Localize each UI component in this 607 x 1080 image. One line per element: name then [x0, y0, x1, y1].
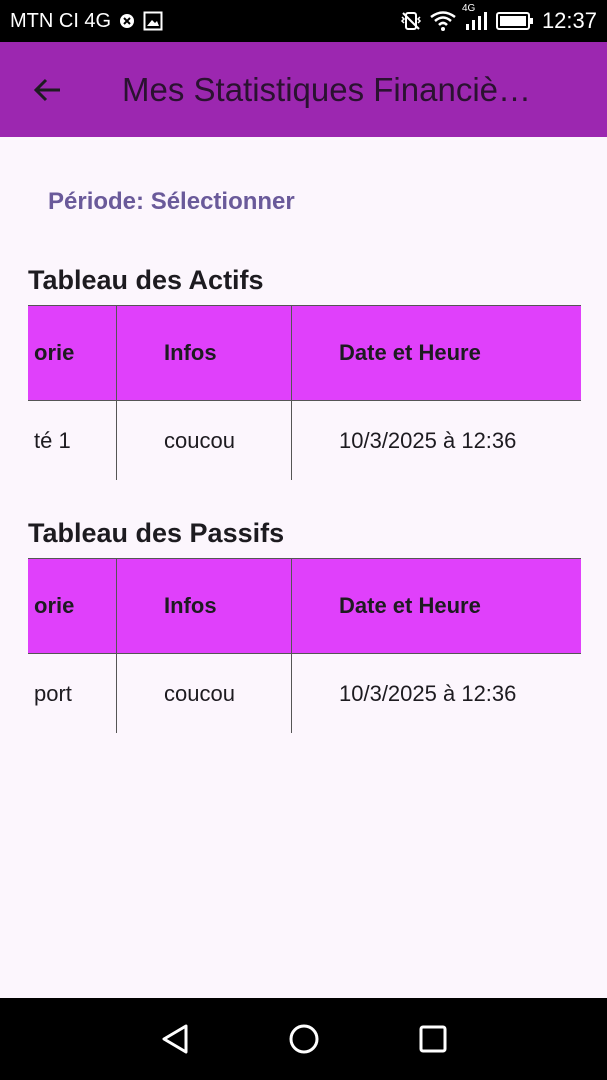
cell-datetime: 10/3/2025 à 12:36: [291, 653, 581, 733]
liabilities-table: orie Infos Date et Heure port coucou 10/…: [28, 558, 581, 733]
table-row: té 1 coucou 10/3/2025 à 12:36: [28, 400, 581, 480]
table-header-row: orie Infos Date et Heure: [28, 305, 581, 401]
column-header-category: orie: [28, 305, 117, 401]
network-type-label: 4G: [461, 3, 476, 14]
page-title: Mes Statistiques Financiè…: [122, 70, 532, 108]
carrier-label: MTN CI 4G: [10, 9, 112, 32]
table-row: port coucou 10/3/2025 à 12:36: [28, 653, 581, 733]
cell-category: port: [28, 653, 117, 733]
column-header-datetime: Date et Heure: [291, 305, 581, 401]
back-button[interactable]: [0, 42, 96, 137]
liabilities-table-title: Tableau des Passifs: [28, 518, 285, 548]
circle-home-icon: [289, 1024, 318, 1054]
period-selector[interactable]: Période: Sélectionner: [48, 188, 295, 216]
vibrate-icon: [400, 10, 422, 32]
clock: 12:37: [541, 8, 597, 33]
assets-table: orie Infos Date et Heure té 1 coucou 10/…: [28, 305, 581, 480]
cell-category: té 1: [28, 400, 117, 480]
column-header-datetime: Date et Heure: [291, 558, 581, 654]
battery-icon: [495, 11, 534, 31]
liabilities-table-container[interactable]: orie Infos Date et Heure port coucou 10/…: [28, 558, 581, 733]
table-header-row: orie Infos Date et Heure: [28, 558, 581, 654]
column-header-category: orie: [28, 558, 117, 654]
cell-infos: coucou: [116, 653, 292, 733]
cell-datetime: 10/3/2025 à 12:36: [291, 400, 581, 480]
square-recents-icon: [419, 1025, 446, 1053]
app-bar: Mes Statistiques Financiè…: [0, 42, 607, 137]
system-nav-bar: [0, 998, 607, 1080]
assets-table-title: Tableau des Actifs: [28, 265, 264, 295]
assets-table-container[interactable]: orie Infos Date et Heure té 1 coucou 10/…: [28, 305, 581, 480]
nav-back-button[interactable]: [145, 1009, 205, 1069]
column-header-infos: Infos: [116, 558, 292, 654]
arrow-back-icon: [33, 78, 60, 101]
vpn-blocked-icon: [119, 13, 135, 29]
nav-recents-button[interactable]: [403, 1009, 463, 1069]
image-notification-icon: [143, 11, 163, 31]
triangle-back-icon: [162, 1024, 187, 1054]
cell-infos: coucou: [116, 400, 292, 480]
status-bar: MTN CI 4G 4G 12:37: [0, 0, 607, 42]
signal-icon: 4G: [462, 3, 488, 31]
wifi-icon: [430, 11, 456, 31]
column-header-infos: Infos: [116, 305, 292, 401]
nav-home-button[interactable]: [274, 1009, 334, 1069]
